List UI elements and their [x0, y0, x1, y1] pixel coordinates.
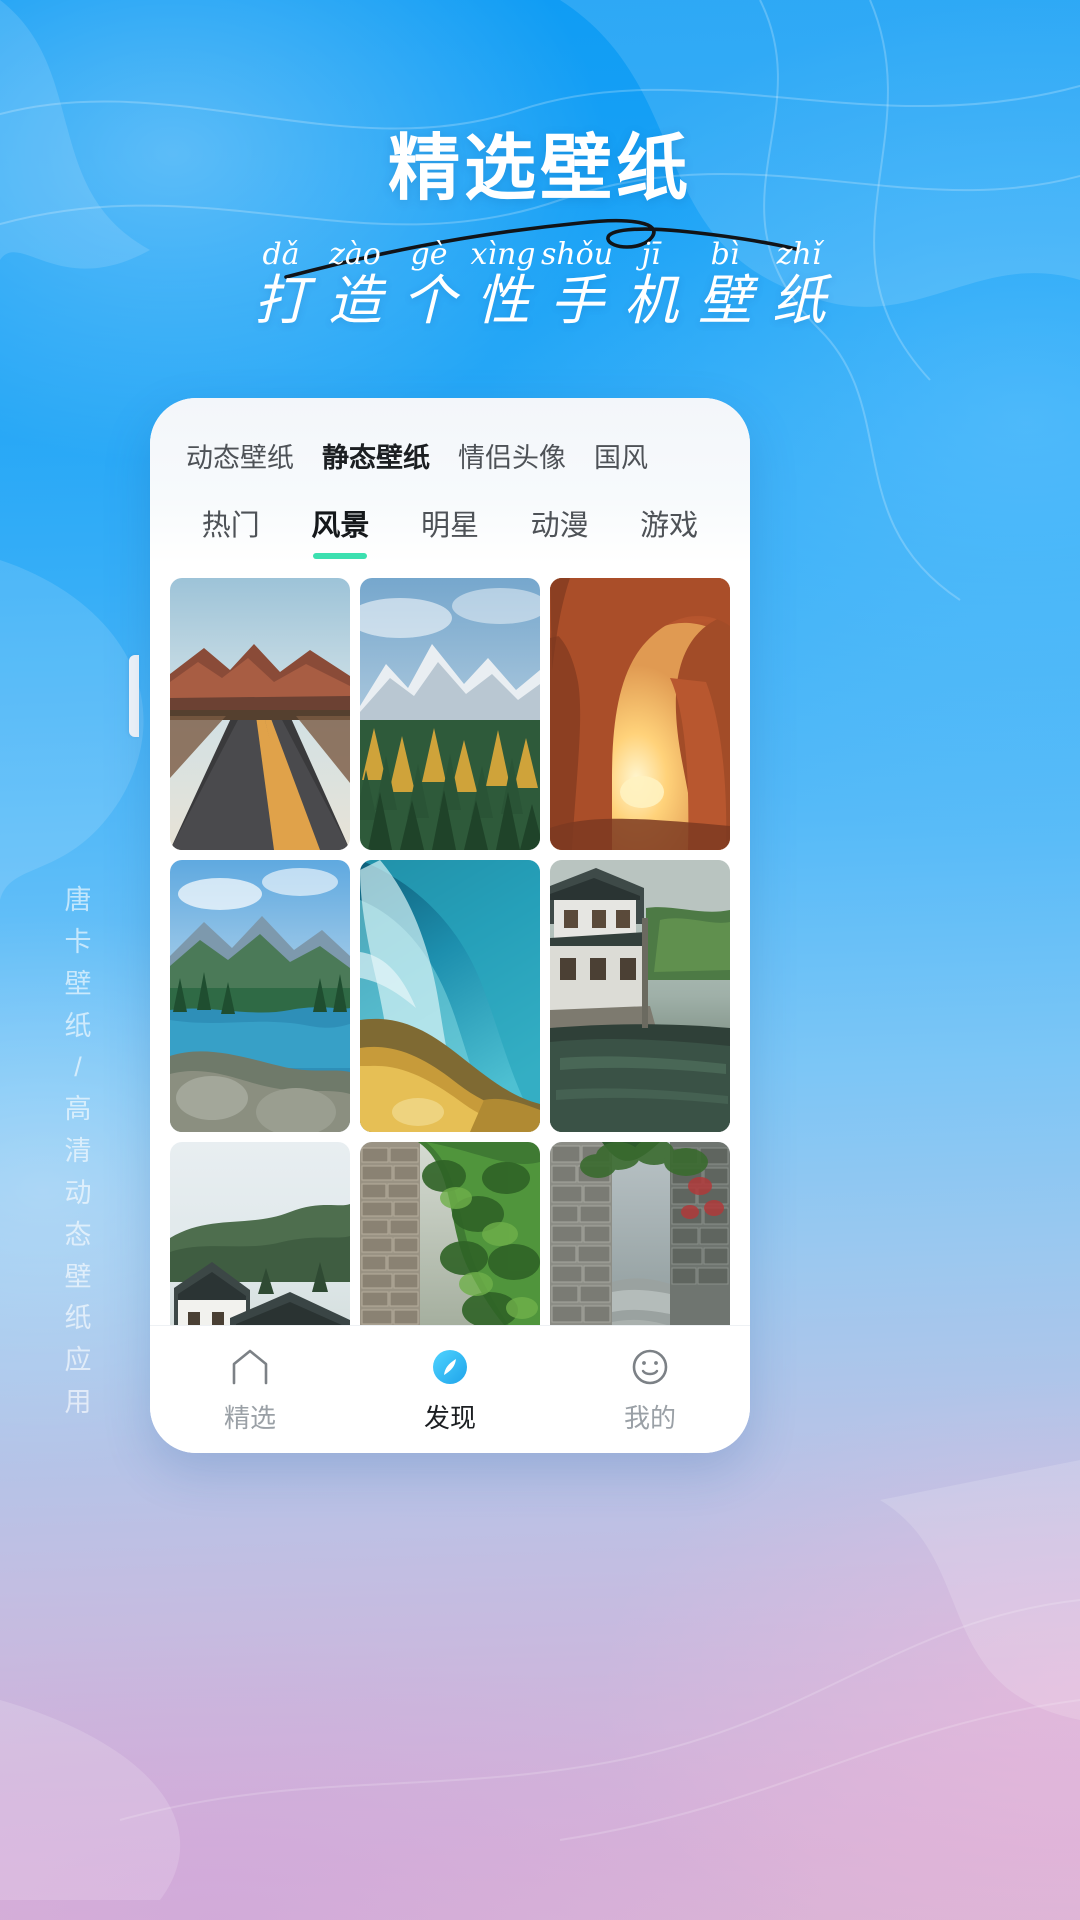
subtab-mingxing[interactable]: 明星	[395, 502, 505, 544]
nav-item-jingxuan[interactable]: 精选	[150, 1344, 350, 1435]
wallpaper-grid	[150, 564, 750, 1414]
home-icon	[150, 1344, 350, 1390]
tab-jingtai-bizhi[interactable]: 静态壁纸	[308, 436, 444, 475]
subcategory-tab-bar: 热门 风景 明星 动漫 游戏	[150, 486, 750, 564]
bottom-navigation-bar: 精选 发现 我的	[150, 1325, 750, 1453]
vertical-brand-char: 壁	[64, 1261, 94, 1292]
wallpaper-thumb-desert-highway[interactable]	[170, 578, 350, 850]
vertical-brand-char: 壁	[64, 968, 94, 999]
vertical-brand-char: 用	[64, 1387, 94, 1418]
vertical-brand-char: 纸	[64, 1010, 94, 1041]
subtitle-char: 机	[624, 269, 678, 332]
vertical-brand-char: 卡	[64, 926, 94, 957]
vertical-brand-char: 纸	[64, 1303, 94, 1334]
tab-bars: 动态壁纸 静态壁纸 情侣头像 国风 热门 风景 明星 动漫 游戏	[150, 398, 750, 564]
subtab-fengjing[interactable]: 风景	[286, 502, 396, 544]
compass-icon	[350, 1344, 550, 1390]
vertical-brand-char: 动	[64, 1177, 94, 1208]
wallpaper-thumb-water-town[interactable]	[550, 860, 730, 1132]
vertical-brand-char: 清	[64, 1136, 94, 1167]
vertical-brand-char: 态	[64, 1219, 94, 1250]
page-subtitle: 打 造 个 性 手 机 壁 纸	[0, 269, 1080, 332]
wallpaper-thumb-turquoise-rapids[interactable]	[360, 860, 540, 1132]
subtitle-char: 壁	[698, 269, 752, 332]
subtab-remen[interactable]: 热门	[176, 502, 286, 544]
subtitle-char: 造	[328, 269, 382, 332]
vertical-brand-char: 高	[64, 1094, 94, 1125]
page-title: 精选壁纸	[387, 126, 692, 210]
wallpaper-thumb-alpine-lake[interactable]	[170, 860, 350, 1132]
subtab-youxi[interactable]: 游戏	[614, 502, 724, 544]
wallpaper-thumb-red-rock-arch[interactable]	[550, 578, 730, 850]
phone-mockup: 动态壁纸 静态壁纸 情侣头像 国风 热门 风景 明星 动漫 游戏 精选 发现 我…	[150, 398, 750, 1453]
tab-dongtai-bizhi[interactable]: 动态壁纸	[172, 436, 308, 475]
subtitle-char: 纸	[772, 269, 826, 332]
promo-header: 精选壁纸	[0, 0, 1080, 204]
nav-item-faxian[interactable]: 发现	[350, 1344, 550, 1435]
phone-side-button	[129, 655, 139, 737]
wallpaper-thumb-snowy-mountain[interactable]	[360, 578, 540, 850]
vertical-brand-char: 应	[64, 1345, 94, 1376]
vertical-brand-char: /	[74, 1052, 84, 1083]
tab-qinglv-touxiang[interactable]: 情侣头像	[444, 436, 580, 475]
vertical-brand-text: 唐 卡 壁 纸 / 高 清 动 态 壁 纸 应 用	[56, 880, 102, 1424]
nav-label: 我的	[623, 1403, 676, 1433]
subtitle-char: 个	[402, 269, 456, 332]
subtitle-char: 性	[476, 269, 530, 332]
tab-guofeng[interactable]: 国风	[580, 436, 662, 475]
subtab-dongman[interactable]: 动漫	[505, 502, 615, 544]
nav-label: 发现	[423, 1403, 476, 1433]
nav-label: 精选	[223, 1403, 276, 1433]
vertical-brand-char: 唐	[64, 885, 94, 915]
smiley-icon	[550, 1344, 750, 1390]
nav-item-wode[interactable]: 我的	[550, 1344, 750, 1435]
subtitle-char: 打	[254, 269, 308, 332]
subtitle-char: 手	[550, 269, 604, 332]
category-tab-bar: 动态壁纸 静态壁纸 情侣头像 国风	[150, 424, 750, 486]
